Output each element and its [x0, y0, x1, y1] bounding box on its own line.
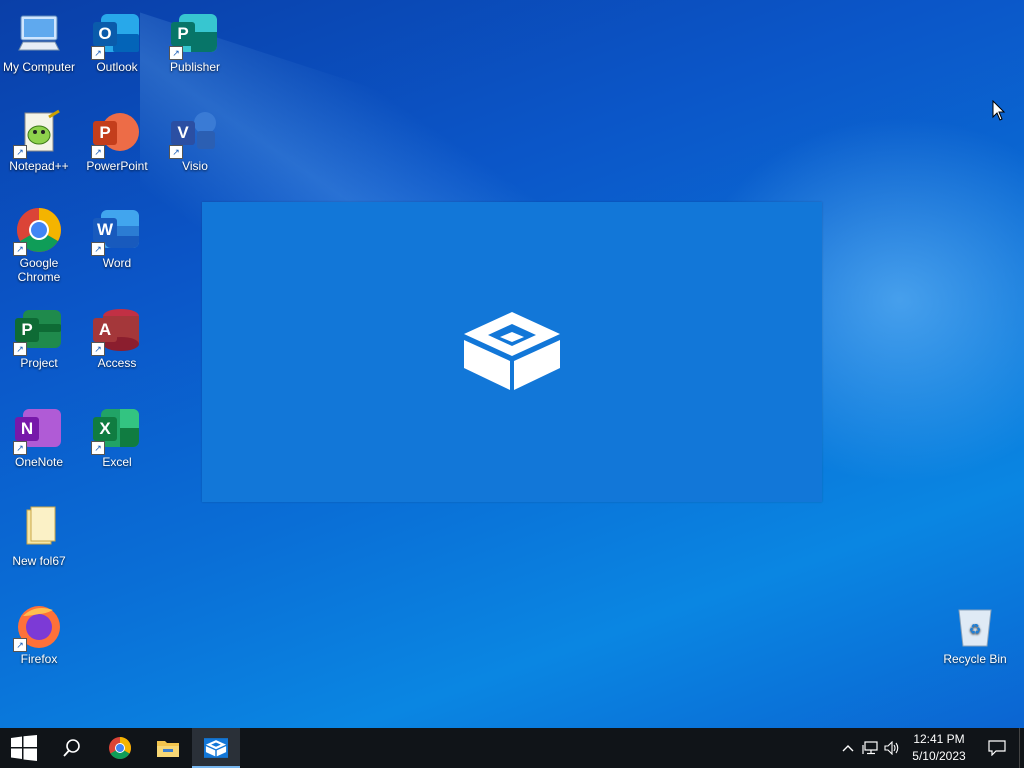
clock-date: 5/10/2023 [912, 749, 966, 763]
outlook-icon: O ↗ [91, 10, 141, 60]
icon-label: Recycle Bin [943, 652, 1007, 666]
letter-o: O [93, 22, 117, 46]
computer-icon [15, 10, 63, 58]
desktop-icon-recycle-bin[interactable]: ♻ Recycle Bin [936, 602, 1014, 666]
letter-w: W [93, 218, 117, 242]
app-splash-window [202, 202, 822, 502]
chevron-up-icon [842, 745, 854, 752]
letter-p: P [171, 22, 195, 46]
ms-project-icon: P ↗ [13, 306, 63, 356]
desktop-icon-my-computer[interactable]: My Computer [0, 10, 78, 74]
visio-icon: V ↗ [169, 109, 219, 159]
shortcut-arrow-icon: ↗ [91, 342, 105, 356]
icon-label: Outlook [96, 60, 138, 74]
desktop-icon-access[interactable]: A ↗ Access [78, 306, 156, 370]
recycle-bin-icon: ♻ [951, 602, 999, 650]
start-button[interactable] [0, 728, 48, 768]
letter-v: V [171, 121, 195, 145]
icon-label: Access [97, 356, 137, 370]
desktop-icon-notepad-plus-plus[interactable]: ↗ Notepad++ [0, 109, 78, 173]
taskbar-chrome-button[interactable] [96, 728, 144, 768]
volume-button[interactable] [881, 728, 903, 768]
icon-label: Google Chrome [17, 256, 61, 284]
letter-a: A [93, 318, 117, 342]
icon-label: PowerPoint [86, 159, 148, 173]
shortcut-arrow-icon: ↗ [13, 145, 27, 159]
onenote-icon: N ↗ [13, 405, 63, 455]
action-center-button[interactable] [975, 728, 1019, 768]
desktop-icon-outlook[interactable]: O ↗ Outlook [78, 10, 156, 74]
desktop-icon-new-folder[interactable]: New fol67 [0, 504, 78, 568]
chrome-icon: ↗ [13, 206, 63, 256]
icon-label: Firefox [20, 652, 58, 666]
windows-start-icon [11, 735, 37, 761]
shortcut-arrow-icon: ↗ [13, 441, 27, 455]
excel-icon: X ↗ [91, 405, 141, 455]
desktop-icon-excel[interactable]: X ↗ Excel [78, 405, 156, 469]
icon-label: Visio [182, 159, 208, 173]
letter-n: N [15, 417, 39, 441]
icon-label: Notepad++ [9, 159, 69, 173]
search-icon [63, 739, 80, 757]
shortcut-arrow-icon: ↗ [13, 342, 27, 356]
network-button[interactable] [859, 728, 881, 768]
shortcut-arrow-icon: ↗ [91, 441, 105, 455]
folder-icon [15, 504, 63, 552]
shortcut-arrow-icon: ↗ [91, 46, 105, 60]
mouse-cursor-icon [992, 100, 1006, 121]
publisher-icon: P ↗ [169, 10, 219, 60]
desktop-icon-project[interactable]: P ↗ Project [0, 306, 78, 370]
taskbar: 12:41 PM 5/10/2023 [0, 728, 1024, 768]
desktop-icon-publisher[interactable]: P ↗ Publisher [156, 10, 234, 74]
show-hidden-icons-button[interactable] [837, 728, 859, 768]
desktop-icon-visio[interactable]: V ↗ Visio [156, 109, 234, 173]
system-tray: 12:41 PM 5/10/2023 [837, 728, 1024, 768]
chrome-icon [109, 737, 131, 759]
shortcut-arrow-icon: ↗ [91, 145, 105, 159]
icon-label: Excel [102, 455, 132, 469]
word-icon: W ↗ [91, 206, 141, 256]
network-icon [862, 741, 878, 755]
taskbar-sandbox-button[interactable] [192, 728, 240, 768]
icon-label: New fol67 [12, 554, 66, 568]
file-explorer-icon [157, 741, 179, 757]
taskbar-clock[interactable]: 12:41 PM 5/10/2023 [907, 731, 971, 765]
letter-p: P [93, 121, 117, 145]
shortcut-arrow-icon: ↗ [169, 145, 183, 159]
icon-label: OneNote [14, 455, 64, 469]
desktop-icon-google-chrome[interactable]: ↗ Google Chrome [0, 206, 78, 284]
icon-label: Publisher [169, 60, 221, 74]
clock-time: 12:41 PM [913, 732, 965, 746]
powerpoint-icon: P ↗ [91, 109, 141, 159]
icon-label: Project [20, 356, 58, 370]
desktop-icon-powerpoint[interactable]: P ↗ PowerPoint [78, 109, 156, 173]
icon-label: My Computer [2, 60, 76, 74]
desktop-icon-onenote[interactable]: N ↗ OneNote [0, 405, 78, 469]
access-icon: A ↗ [91, 306, 141, 356]
svg-text:♻: ♻ [969, 622, 982, 638]
show-desktop-button[interactable] [1019, 728, 1024, 768]
speaker-icon [884, 741, 899, 755]
notepad-plus-plus-icon: ↗ [13, 109, 63, 159]
taskbar-file-explorer-button[interactable] [144, 728, 192, 768]
shortcut-arrow-icon: ↗ [91, 242, 105, 256]
letter-p: P [15, 318, 39, 342]
search-button[interactable] [48, 728, 96, 768]
letter-x: X [93, 417, 117, 441]
firefox-icon: ↗ [13, 602, 63, 652]
desktop-icon-word[interactable]: W ↗ Word [78, 206, 156, 270]
sandbox-app-icon [204, 738, 228, 758]
icon-label: Word [102, 256, 132, 270]
notification-icon [988, 740, 1006, 756]
shortcut-arrow-icon: ↗ [13, 242, 27, 256]
sandbox-box-icon [464, 312, 560, 390]
desktop-icon-firefox[interactable]: ↗ Firefox [0, 602, 78, 666]
shortcut-arrow-icon: ↗ [13, 638, 27, 652]
shortcut-arrow-icon: ↗ [169, 46, 183, 60]
